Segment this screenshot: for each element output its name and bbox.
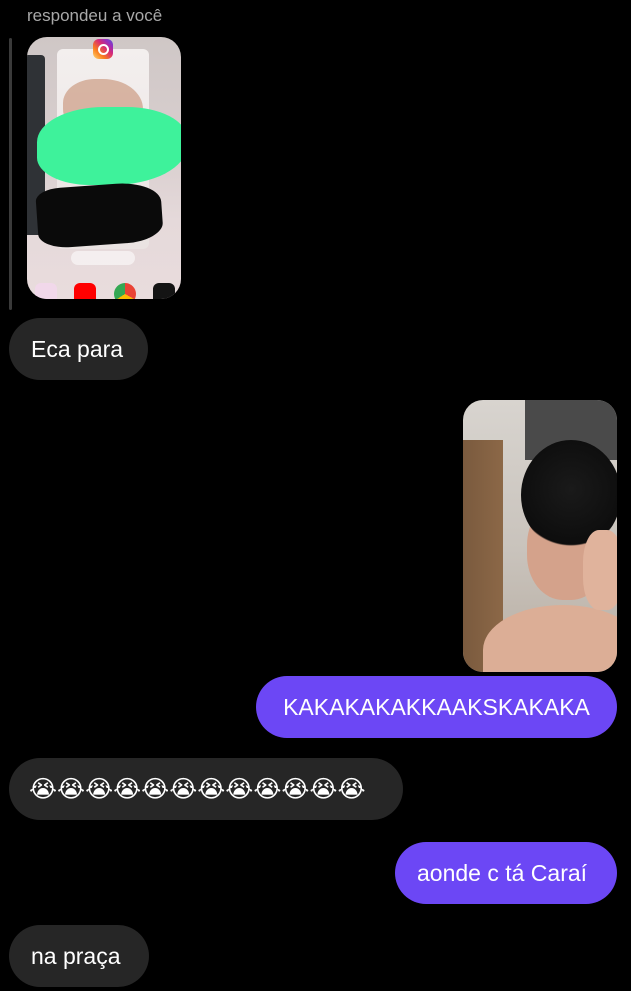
message-photo-outgoing[interactable] bbox=[463, 400, 617, 672]
message-text: aonde c tá Caraí bbox=[417, 859, 588, 886]
story-reply-thumbnail[interactable] bbox=[27, 37, 181, 299]
censor-scribble-black bbox=[35, 180, 164, 250]
message-bubble-incoming[interactable]: 😭😭😭😭😭😭😭😭😭😭😭😭 bbox=[9, 758, 403, 820]
reply-indicator-bar bbox=[9, 38, 12, 310]
message-bubble-outgoing[interactable]: aonde c tá Caraí bbox=[395, 842, 617, 904]
photo-shoulder bbox=[483, 605, 617, 672]
close-all-pill bbox=[71, 251, 135, 265]
message-bubble-incoming[interactable]: Eca para bbox=[9, 318, 148, 380]
message-text: na praça bbox=[31, 942, 121, 969]
message-bubble-outgoing[interactable]: KAKAKAKAKKAAKSKAKAKA bbox=[256, 676, 617, 738]
app-dock bbox=[35, 283, 175, 299]
message-text: KAKAKAKAKKAAKSKAKAKA bbox=[283, 693, 590, 720]
message-bubble-incoming[interactable]: na praça bbox=[9, 925, 149, 987]
photo-hand bbox=[583, 530, 617, 610]
netflix-icon bbox=[152, 283, 175, 299]
app-icon bbox=[35, 283, 57, 299]
chrome-icon bbox=[113, 283, 136, 299]
instagram-icon bbox=[93, 39, 113, 59]
message-emoji-text: 😭😭😭😭😭😭😭😭😭😭😭😭 bbox=[29, 775, 366, 803]
message-text: Eca para bbox=[31, 335, 124, 362]
reply-context-label: respondeu a você bbox=[27, 6, 163, 25]
youtube-icon bbox=[74, 283, 97, 299]
censor-scribble-green bbox=[37, 107, 181, 185]
